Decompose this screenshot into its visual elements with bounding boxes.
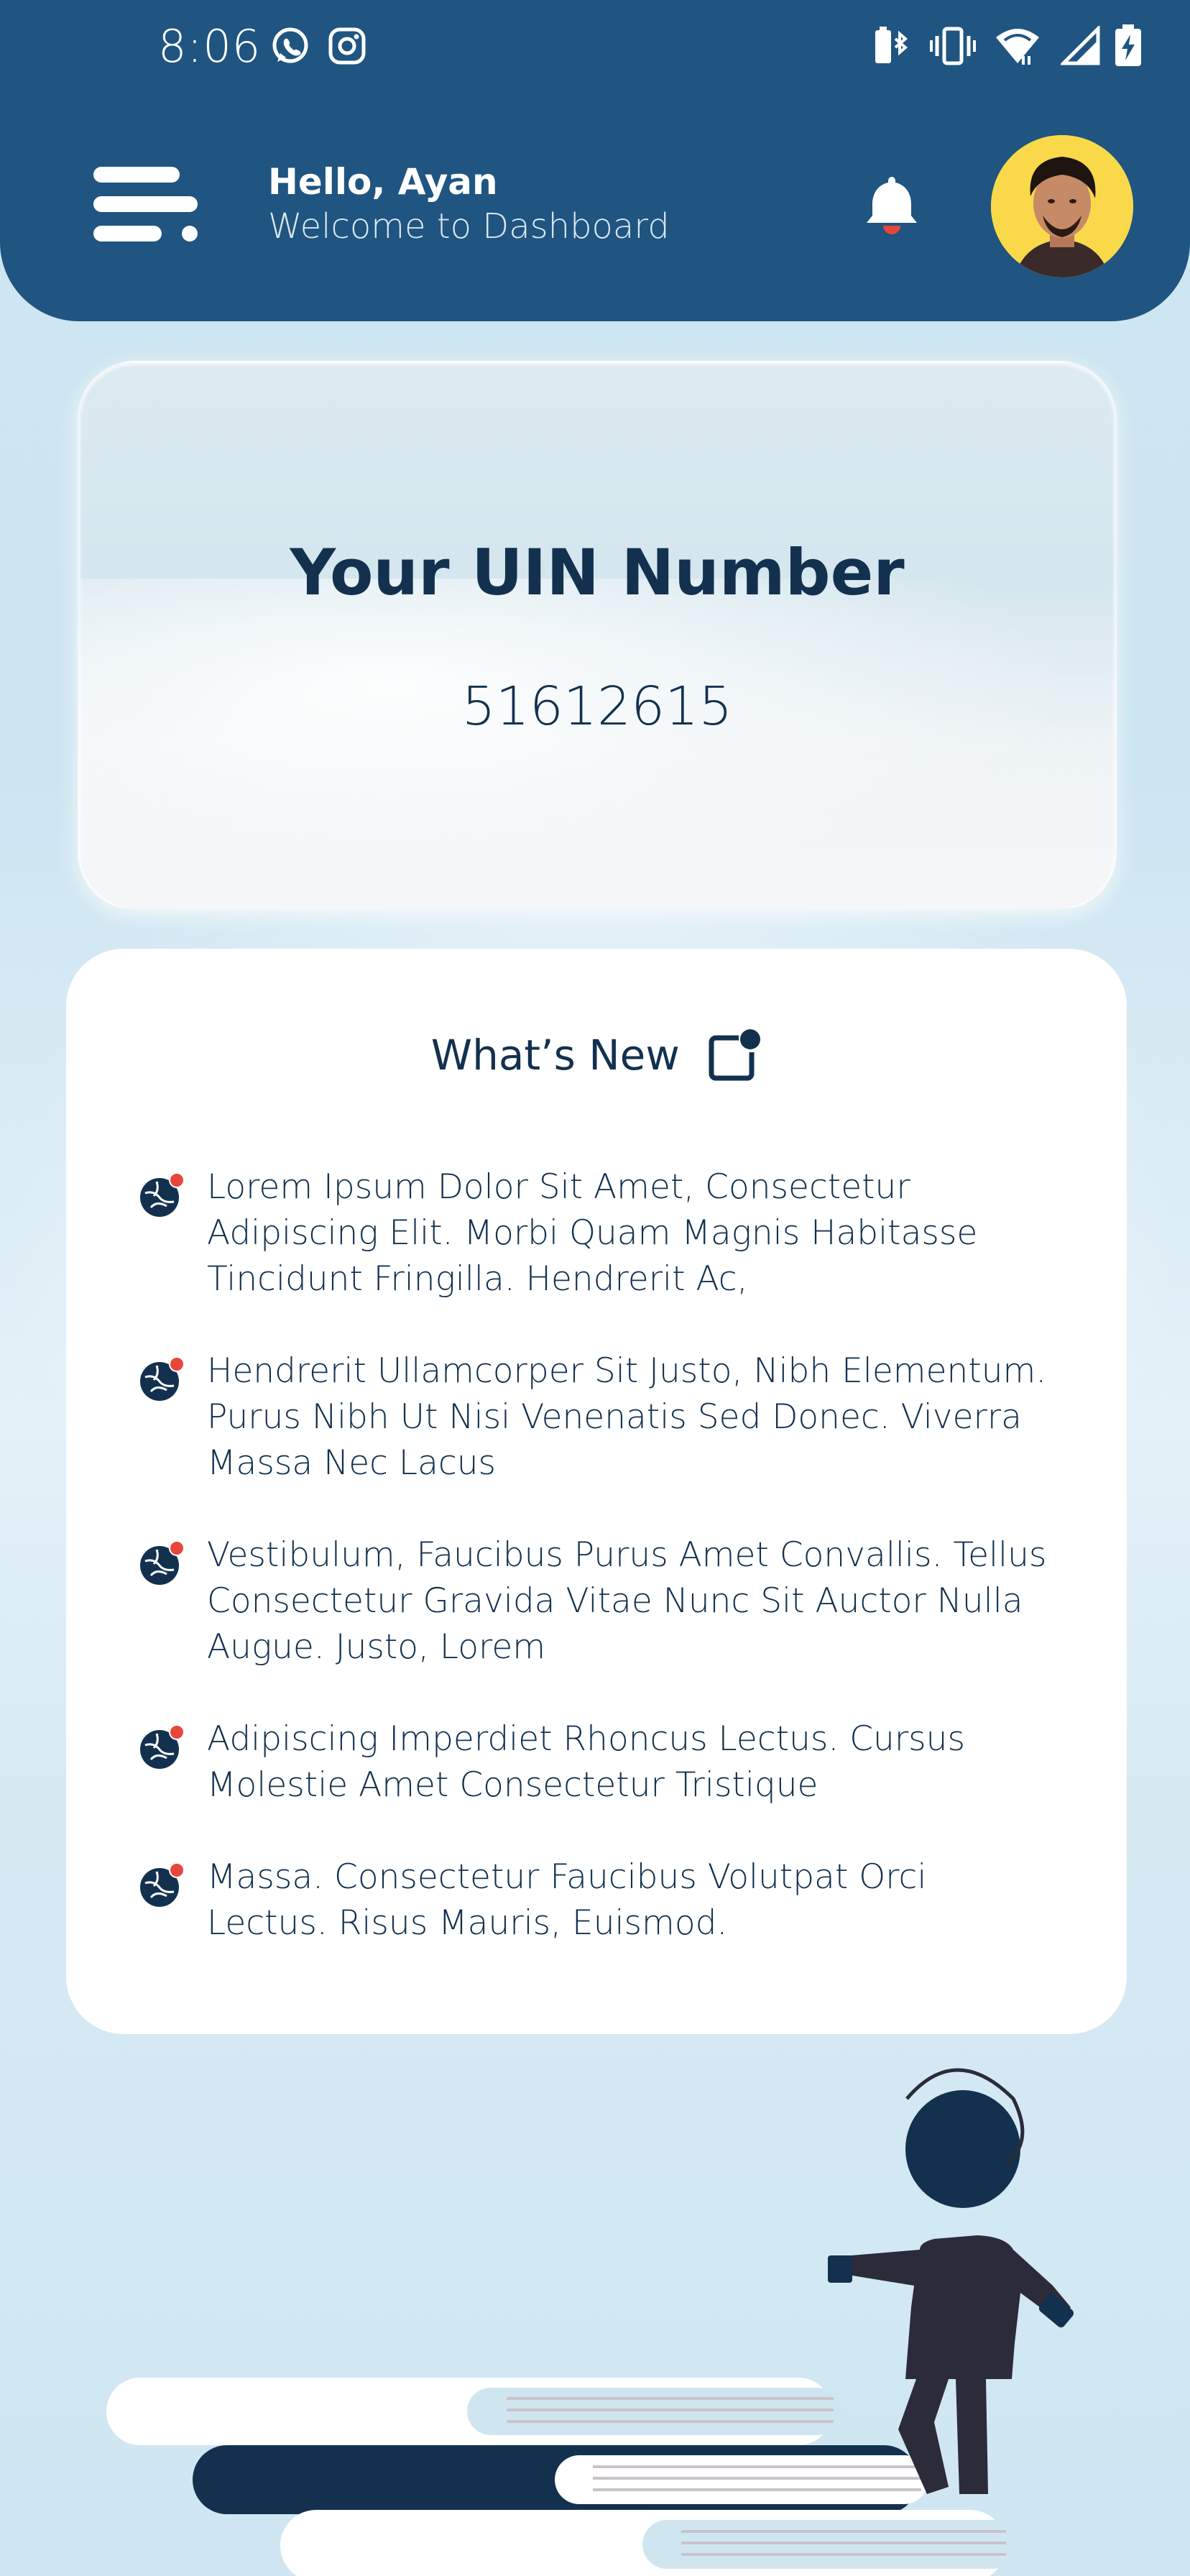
instagram-icon — [328, 27, 366, 65]
app-header: 8:06 Hello, Ayan Welcome to Dashboard — [0, 0, 1190, 321]
globe-alert-icon — [140, 1356, 185, 1401]
whats-new-card: What’s New Lorem Ipsum Dolor Sit Amet, C… — [66, 949, 1127, 2034]
battery-charging-icon — [1115, 24, 1141, 66]
user-avatar[interactable] — [991, 135, 1133, 277]
globe-alert-icon — [140, 1172, 185, 1217]
greeting-title: Hello, Ayan — [268, 161, 498, 203]
person-on-books-illustration — [106, 2068, 1074, 2576]
notification-bell-icon[interactable] — [859, 172, 924, 237]
notification-square-icon — [709, 1029, 761, 1081]
signal-icon — [1061, 26, 1100, 65]
uin-title: Your UIN Number — [290, 535, 905, 610]
whats-new-header: What’s New — [66, 1028, 1127, 1082]
uin-number: 51612615 — [461, 676, 733, 737]
status-time: 8:06 — [158, 20, 262, 73]
news-item-text: Hendrerit Ullamcorper Sit Justo, Nibh El… — [207, 1351, 1047, 1483]
whats-new-title: What’s New — [430, 1031, 680, 1080]
bluetooth-battery-icon — [875, 27, 908, 63]
wifi-icon — [996, 29, 1039, 65]
avatar-portrait-icon — [991, 135, 1133, 277]
news-item-text: Vestibulum, Faucibus Purus Amet Convalli… — [207, 1535, 1047, 1667]
greeting-subtitle: Welcome to Dashboard — [268, 206, 670, 247]
status-bar: 8:06 — [0, 0, 1190, 93]
news-item-text: Adipiscing Imperdiet Rhoncus Lectus. Cur… — [207, 1719, 965, 1805]
menu-icon[interactable] — [93, 167, 198, 242]
news-item-text: Massa. Consectetur Faucibus Volutpat Orc… — [207, 1857, 927, 1943]
news-item-text: Lorem Ipsum Dolor Sit Amet, Consectetur … — [207, 1167, 978, 1299]
vibrate-icon — [930, 27, 976, 65]
globe-alert-icon — [140, 1724, 185, 1769]
card-glow — [80, 579, 1115, 908]
globe-alert-icon — [140, 1540, 185, 1585]
globe-alert-icon — [140, 1862, 185, 1907]
uin-card: Your UIN Number 51612615 — [78, 361, 1117, 910]
whatsapp-icon — [272, 27, 308, 63]
